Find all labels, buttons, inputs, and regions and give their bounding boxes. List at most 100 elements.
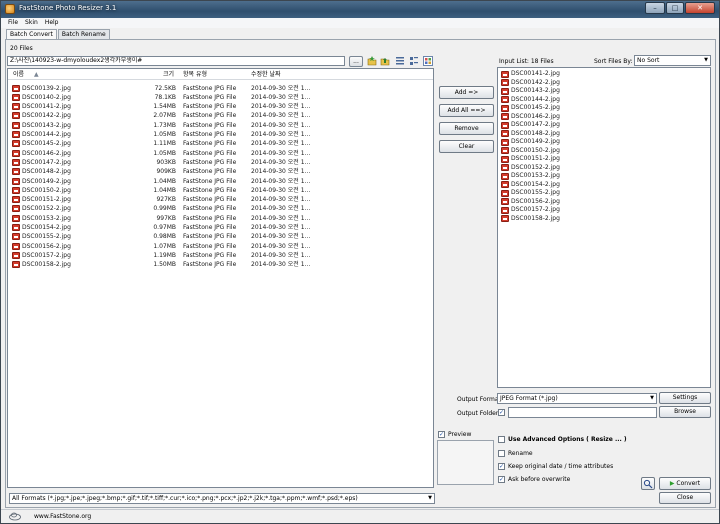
preview-search-icon[interactable] (641, 477, 655, 490)
jpg-file-icon (501, 96, 509, 103)
file-size: 1.73MB (153, 121, 176, 129)
browse-output-button[interactable]: Browse (659, 406, 711, 418)
table-row[interactable]: DSC00146-2.jpg 1.05MB FastStone JPG File 20… (8, 149, 433, 158)
table-row[interactable]: DSC00143-2.jpg 1.73MB FastStone JPG File 20… (8, 121, 433, 130)
file-date: 2014-09-30 오전 1... (251, 242, 311, 250)
preview-checkbox[interactable]: ✓ (438, 431, 445, 438)
list-item[interactable]: DSC00151-2.jpg (498, 155, 710, 164)
output-folder-input[interactable] (508, 407, 657, 418)
file-type: FastStone JPG File (183, 186, 237, 194)
file-size: 1.11MB (153, 140, 176, 148)
advanced-options-checkbox[interactable] (498, 436, 505, 443)
favorite-folder-icon[interactable] (367, 56, 377, 66)
table-row[interactable]: DSC00147-2.jpg 903KB FastStone JPG File 201… (8, 158, 433, 167)
list-item[interactable]: DSC00141-2.jpg (498, 70, 710, 79)
remove-button[interactable]: Remove (439, 122, 494, 135)
menu-help[interactable]: Help (45, 18, 59, 28)
list-item[interactable]: DSC00146-2.jpg (498, 113, 710, 122)
settings-button[interactable]: Settings (659, 392, 711, 404)
table-row[interactable]: DSC00145-2.jpg 1.11MB FastStone JPG File 20… (8, 139, 433, 148)
list-item[interactable]: DSC00154-2.jpg (498, 181, 710, 190)
jpg-file-icon (12, 251, 20, 259)
menu-file[interactable]: File (8, 18, 18, 28)
table-row[interactable]: DSC00155-2.jpg 0.98MB FastStone JPG File 20… (8, 232, 433, 241)
column-type[interactable]: 항목 유형 (183, 69, 207, 80)
close-button[interactable]: Close (659, 492, 711, 504)
table-row[interactable]: DSC00141-2.jpg 1.54MB FastStone JPG File 20… (8, 102, 433, 111)
table-row[interactable]: DSC00144-2.jpg 1.05MB FastStone JPG File 20… (8, 130, 433, 139)
preview-label: Preview (448, 431, 472, 438)
list-item[interactable]: DSC00157-2.jpg (498, 206, 710, 215)
parent-folder-icon[interactable] (380, 56, 390, 66)
maximize-button[interactable]: □ (666, 2, 684, 14)
table-row[interactable]: DSC00140-2.jpg 78.1KB FastStone JPG File 20… (8, 93, 433, 102)
file-name: DSC00142-2.jpg (22, 112, 71, 120)
list-item[interactable]: DSC00153-2.jpg (498, 172, 710, 181)
jpg-file-icon (501, 198, 509, 205)
list-item[interactable]: DSC00158-2.jpg (498, 215, 710, 224)
jpg-file-icon (501, 87, 509, 95)
title-bar[interactable]: FastStone Photo Resizer 3.1 – □ ✕ (1, 1, 719, 18)
thumbnail-view-icon[interactable] (423, 56, 433, 66)
ask-overwrite-label[interactable]: Ask before overwrite (508, 476, 570, 483)
tab-batch-rename[interactable]: Batch Rename (57, 29, 110, 39)
output-folder-label: Output Folder: (457, 410, 501, 417)
details-view-icon[interactable] (409, 56, 419, 66)
output-format-select[interactable]: JPEG Format (*.jpg) ▼ (497, 393, 657, 404)
table-row[interactable]: DSC00151-2.jpg 927KB FastStone JPG File 201… (8, 195, 433, 204)
add-button[interactable]: Add => (439, 86, 494, 99)
browse-folder-button[interactable]: ... (349, 56, 363, 67)
list-item[interactable]: DSC00150-2.jpg (498, 147, 710, 156)
column-size[interactable]: 크기 (163, 69, 174, 80)
input-list[interactable]: DSC00141-2.jpg DSC00142-2.jpg DSC00143-2.j… (497, 67, 711, 388)
table-row[interactable]: DSC00148-2.jpg 909KB FastStone JPG File 201… (8, 167, 433, 176)
table-row[interactable]: DSC00156-2.jpg 1.07MB FastStone JPG File 20… (8, 242, 433, 251)
list-item[interactable]: DSC00142-2.jpg (498, 79, 710, 88)
table-row[interactable]: DSC00158-2.jpg 1.50MB FastStone JPG File 20… (8, 260, 433, 269)
table-row[interactable]: DSC00142-2.jpg 2.07MB FastStone JPG File 20… (8, 111, 433, 120)
folder-path-input[interactable]: Z:\사진\140923-w-dmyoloudex2생각카부생이# (7, 56, 345, 66)
file-browser-list[interactable]: 이름 ▲ 크기 항목 유형 수정한 날짜 DSC00139-2.jpg 72.5K… (7, 68, 434, 488)
input-file-name: DSC00150-2.jpg (511, 146, 560, 154)
input-file-name: DSC00144-2.jpg (511, 95, 560, 103)
close-window-button[interactable]: ✕ (685, 2, 715, 14)
input-file-name: DSC00151-2.jpg (511, 155, 560, 162)
website-link[interactable]: www.FastStone.org (34, 513, 91, 520)
input-file-name: DSC00149-2.jpg (511, 138, 560, 145)
rename-checkbox[interactable] (498, 450, 505, 457)
keep-date-label[interactable]: Keep original date / time attributes (508, 463, 613, 470)
list-item[interactable]: DSC00156-2.jpg (498, 198, 710, 207)
list-item[interactable]: DSC00155-2.jpg (498, 189, 710, 198)
table-row[interactable]: DSC00157-2.jpg 1.19MB FastStone JPG File 20… (8, 251, 433, 260)
minimize-button[interactable]: – (645, 2, 665, 14)
file-filter-select[interactable]: All Formats (*.jpg;*.jpe;*.jpeg;*.bmp;*.… (9, 493, 435, 504)
list-item[interactable]: DSC00144-2.jpg (498, 96, 710, 105)
list-item[interactable]: DSC00147-2.jpg (498, 121, 710, 130)
sort-files-select[interactable]: No Sort ▼ (634, 55, 711, 66)
table-row[interactable]: DSC00149-2.jpg 1.04MB FastStone JPG File 20… (8, 177, 433, 186)
table-row[interactable]: DSC00153-2.jpg 997KB FastStone JPG File 201… (8, 214, 433, 223)
menu-skin[interactable]: Skin (25, 18, 38, 28)
list-item[interactable]: DSC00143-2.jpg (498, 87, 710, 96)
column-date[interactable]: 수정한 날짜 (251, 69, 281, 80)
keep-date-checkbox[interactable]: ✓ (498, 463, 505, 470)
convert-button[interactable]: ▶ Convert (659, 477, 711, 490)
jpg-file-icon (501, 164, 509, 171)
table-row[interactable]: DSC00154-2.jpg 0.97MB FastStone JPG File 20… (8, 223, 433, 232)
table-row[interactable]: DSC00152-2.jpg 0.99MB FastStone JPG File 20… (8, 204, 433, 213)
table-row[interactable]: DSC00139-2.jpg 72.5KB FastStone JPG File 20… (8, 84, 433, 93)
clear-button[interactable]: Clear (439, 140, 494, 153)
list-item[interactable]: DSC00149-2.jpg (498, 138, 710, 147)
list-item[interactable]: DSC00145-2.jpg (498, 104, 710, 113)
advanced-options-label[interactable]: Use Advanced Options ( Resize ... ) (508, 436, 627, 443)
list-view-icon[interactable] (395, 56, 405, 66)
table-row[interactable]: DSC00150-2.jpg 1.04MB FastStone JPG File 20… (8, 186, 433, 195)
output-folder-checkbox[interactable]: ✓ (498, 409, 505, 416)
add-all-button[interactable]: Add All ==> (439, 104, 494, 117)
list-item[interactable]: DSC00148-2.jpg (498, 130, 710, 139)
app-logo-icon (5, 4, 15, 14)
list-item[interactable]: DSC00152-2.jpg (498, 164, 710, 173)
ask-overwrite-checkbox[interactable]: ✓ (498, 476, 505, 483)
column-name[interactable]: 이름 (13, 69, 24, 80)
rename-label[interactable]: Rename (508, 450, 533, 457)
